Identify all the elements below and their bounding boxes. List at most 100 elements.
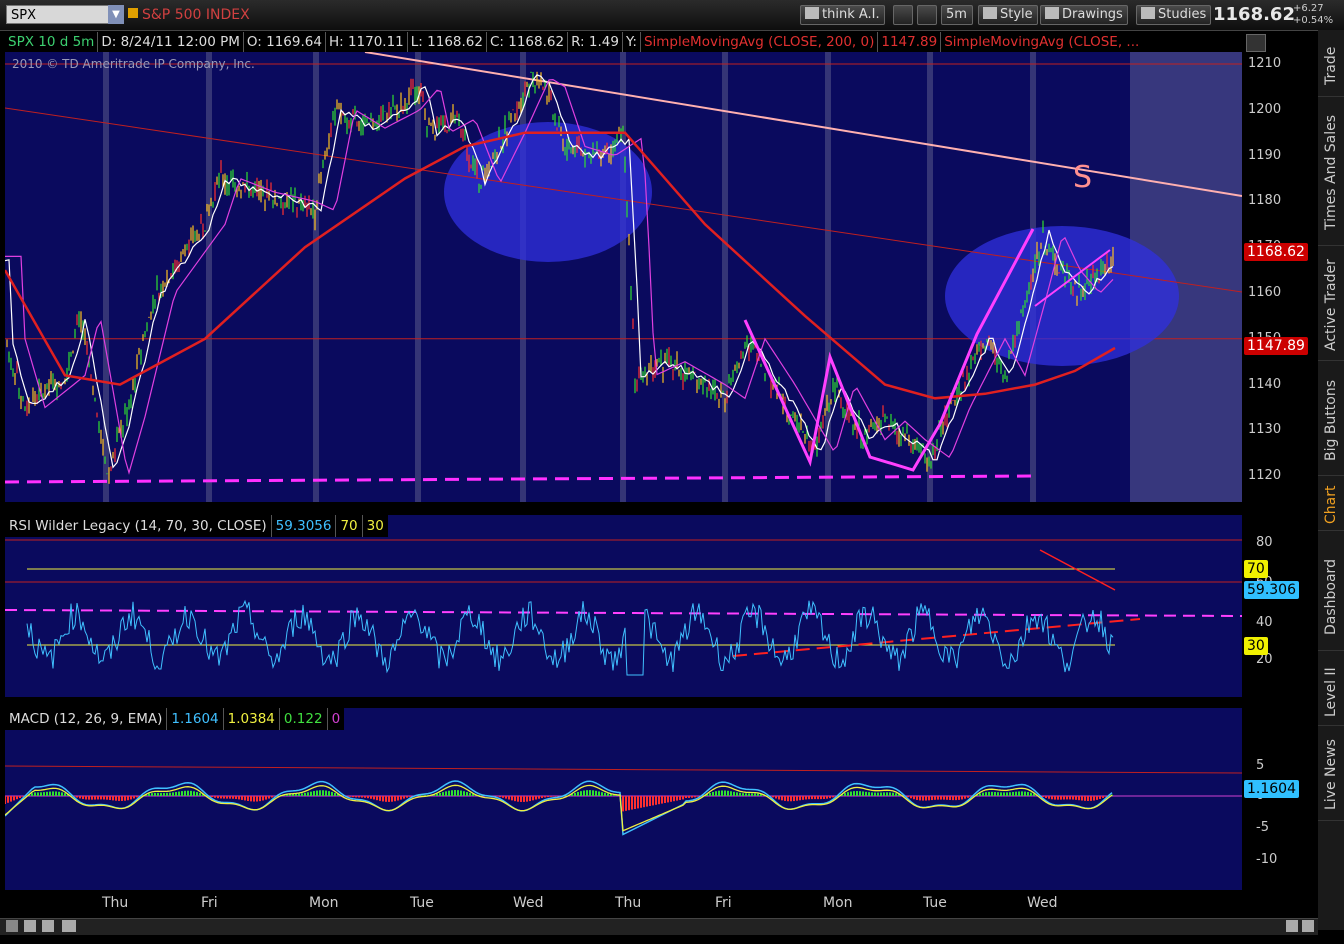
- side-tab-trade[interactable]: Trade: [1318, 36, 1344, 97]
- studies-button[interactable]: Studies: [1136, 5, 1212, 25]
- zoom-left-icon[interactable]: [6, 920, 18, 932]
- price-axis-label: 1210: [1248, 56, 1282, 71]
- day-separator: [415, 52, 421, 502]
- sma-price-tag: 1147.89: [1244, 337, 1308, 355]
- day-separator: [206, 52, 212, 502]
- macd-line: [5, 780, 1113, 836]
- day-label: Mon: [823, 895, 853, 911]
- side-tab-dashboard[interactable]: Dashboard: [1318, 545, 1344, 651]
- think-ai-icon: [805, 7, 819, 19]
- macd-header: MACD (12, 26, 9, EMA) 1.1604 1.0384 0.122 0: [5, 708, 345, 730]
- watermark: 2010 © TD Ameritrade IP Company, Inc.: [12, 57, 255, 71]
- header-close: C: 1168.62: [487, 32, 569, 52]
- macd-panel: MACD (12, 26, 9, EMA) 1.1604 1.0384 0.122 0: [5, 708, 1242, 890]
- price-chart-svg: [5, 52, 1242, 502]
- rsi-chart-svg: [5, 539, 1242, 676]
- drawings-icon: [1045, 7, 1059, 19]
- rsi-value: 59.3056: [272, 515, 337, 537]
- day-separator: [103, 52, 109, 502]
- day-separator: [722, 52, 728, 502]
- drawings-button[interactable]: Drawings: [1040, 5, 1128, 25]
- side-tab-level-ii[interactable]: Level II: [1318, 660, 1344, 726]
- macd-v3: 0.122: [280, 708, 328, 730]
- day-label: Wed: [513, 895, 544, 911]
- rsi-line: [26, 599, 1114, 676]
- macd-v2: 1.0384: [224, 708, 280, 730]
- day-label: Fri: [201, 895, 218, 911]
- change-abs: +6.27: [1293, 3, 1324, 14]
- rsi-title: RSI Wilder Legacy (14, 70, 30, CLOSE): [5, 515, 272, 537]
- chart-settings-icon[interactable]: [1246, 34, 1266, 52]
- header-y: Y:: [623, 32, 641, 52]
- day-label: Tue: [410, 895, 434, 911]
- price-axis-label: 1190: [1248, 147, 1282, 163]
- side-tab-chart[interactable]: Chart: [1318, 480, 1344, 531]
- header-sma200: SimpleMovingAvg (CLOSE, 200, 0): [641, 32, 879, 52]
- header-low: L: 1168.62: [408, 32, 487, 52]
- think-ai-button[interactable]: think A.I.: [800, 5, 885, 25]
- price-axis-label: 1180: [1248, 193, 1282, 209]
- price-axis-label: 1120: [1248, 468, 1282, 484]
- timeframe-button[interactable]: 5m: [941, 5, 973, 25]
- rsi-axis-label: 40: [1256, 615, 1273, 630]
- chart-header: SPX 10 d 5m D: 8/24/11 12:00 PM O: 1169.64…: [5, 32, 1242, 52]
- symbol-input[interactable]: SPX: [6, 5, 124, 24]
- rsi-30-tag: 30: [1244, 637, 1268, 655]
- macd-signal-line: [5, 784, 1113, 832]
- rsi-axis: 80604020: [1242, 515, 1318, 697]
- style-icon: [983, 7, 997, 19]
- price-panel: [5, 52, 1242, 502]
- day-separator: [313, 52, 319, 502]
- price-axis-label: 1160: [1248, 285, 1282, 300]
- header-date: D: 8/24/11 12:00 PM: [98, 32, 244, 52]
- symbol-dropdown-icon[interactable]: ▼: [108, 5, 124, 24]
- rsi-trend-line: [1039, 549, 1116, 591]
- scroll-right-icon[interactable]: [1302, 920, 1314, 932]
- side-tab-active-trader[interactable]: Active Trader: [1318, 250, 1344, 361]
- crosshair-button[interactable]: [893, 5, 913, 25]
- side-tab-live-news[interactable]: Live News: [1318, 730, 1344, 821]
- annotation-s: S: [1073, 160, 1093, 195]
- macd-title: MACD (12, 26, 9, EMA): [5, 708, 168, 730]
- rsi-os: 30: [366, 518, 384, 534]
- studies-icon: [1141, 7, 1155, 19]
- highlight-ellipse: [945, 226, 1179, 366]
- side-tab-big-buttons[interactable]: Big Buttons: [1318, 365, 1344, 476]
- symbol-name: S&P 500 INDEX: [142, 7, 250, 23]
- macd-chart-svg: [5, 765, 1242, 836]
- day-separator: [520, 52, 526, 502]
- header-range: R: 1.49: [568, 32, 623, 52]
- flag-icon[interactable]: [128, 8, 138, 18]
- price-axis: 1210120011901180117011601150114011301120: [1242, 52, 1318, 502]
- side-tab-times-and-sales[interactable]: Times And Sales: [1318, 100, 1344, 246]
- macd-axis-label: -10: [1256, 852, 1278, 867]
- change-pct: +0.54%: [1293, 15, 1334, 26]
- style-button[interactable]: Style: [978, 5, 1038, 25]
- last-price: 1168.62: [1213, 4, 1295, 25]
- header-sma2: SimpleMovingAvg (CLOSE, ...: [944, 34, 1140, 50]
- day-label: Wed: [1027, 895, 1058, 911]
- day-label: Fri: [715, 895, 732, 911]
- time-axis: Thu Fri Mon Tue Wed Thu Fri Mon Tue Wed: [5, 892, 1242, 916]
- last-price-tag: 1168.62: [1244, 243, 1308, 261]
- rsi-axis-label: 80: [1256, 535, 1273, 550]
- header-sma200-value: 1147.89: [878, 32, 942, 52]
- day-separator: [620, 52, 626, 502]
- price-axis-label: 1130: [1248, 422, 1282, 438]
- scroll-left-icon[interactable]: [1286, 920, 1298, 932]
- rsi-value-tag: 59.306: [1244, 581, 1299, 599]
- draw-tool-button[interactable]: [917, 5, 937, 25]
- day-label: Thu: [102, 895, 129, 911]
- day-label: Thu: [615, 895, 642, 911]
- macd-value-tag: 1.1604: [1244, 780, 1299, 798]
- macd-level-line: [5, 765, 1242, 774]
- header-open: O: 1169.64: [244, 32, 326, 52]
- day-label: Mon: [309, 895, 339, 911]
- price-axis-label: 1200: [1248, 101, 1282, 117]
- zoom-in-icon[interactable]: [24, 920, 36, 932]
- chart-title: SPX 10 d 5m: [5, 32, 99, 52]
- bottom-scrollbar[interactable]: [0, 918, 1318, 935]
- header-high: H: 1170.11: [326, 32, 408, 52]
- fit-icon[interactable]: [62, 920, 76, 932]
- zoom-out-icon[interactable]: [42, 920, 54, 932]
